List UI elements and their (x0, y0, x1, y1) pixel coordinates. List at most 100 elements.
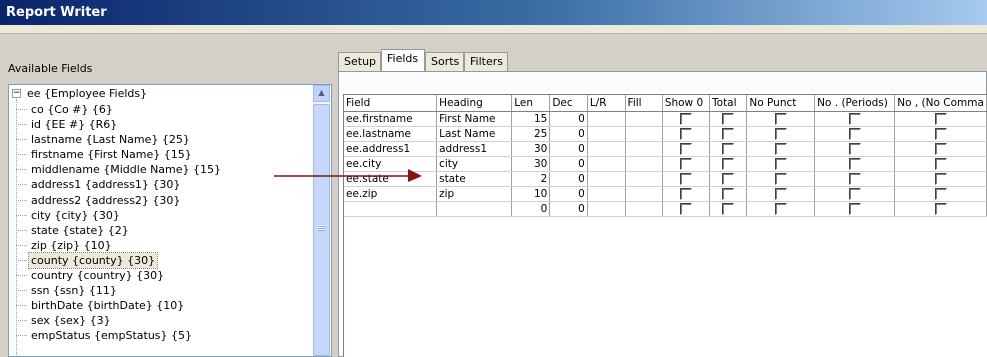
no-comma-checkbox[interactable] (934, 142, 947, 155)
show0-checkbox[interactable] (679, 202, 692, 215)
no-periods-checkbox[interactable] (848, 142, 861, 155)
tree-scrollbar[interactable]: ▲ (313, 85, 330, 356)
show0-checkbox[interactable] (679, 172, 692, 185)
column-header[interactable]: No Punct (746, 95, 816, 112)
cell-lr[interactable] (587, 171, 626, 187)
cell-dec[interactable]: 0 (549, 201, 588, 217)
no-periods-checkbox[interactable] (848, 202, 861, 215)
no-punct-checkbox[interactable] (774, 142, 787, 155)
total-checkbox[interactable] (722, 172, 735, 185)
cell-heading[interactable] (436, 201, 513, 217)
show0-checkbox[interactable] (679, 112, 692, 125)
table-row[interactable]: ee.city city 30 0 (344, 156, 987, 172)
cell-field[interactable]: ee.firstname (344, 111, 438, 127)
collapse-icon[interactable]: − (12, 89, 21, 98)
cell-dec[interactable]: 0 (549, 171, 588, 187)
tree-item[interactable]: middlename {Middle Name} {15} (9, 162, 313, 177)
show0-checkbox[interactable] (679, 127, 692, 140)
no-punct-checkbox[interactable] (774, 157, 787, 170)
cell-len[interactable]: 30 (511, 156, 551, 172)
cell-dec[interactable]: 0 (549, 111, 588, 127)
cell-len[interactable]: 2 (511, 171, 551, 187)
no-periods-checkbox[interactable] (848, 187, 861, 200)
cell-heading[interactable]: First Name (436, 111, 513, 127)
tree-item[interactable]: sex {sex} {3} (9, 313, 313, 328)
cell-fill[interactable] (625, 156, 663, 172)
table-row[interactable]: ee.address1 address1 30 0 (344, 141, 987, 157)
cell-fill[interactable] (625, 126, 663, 142)
cell-len[interactable]: 15 (511, 111, 551, 127)
no-comma-checkbox[interactable] (934, 157, 947, 170)
no-punct-checkbox[interactable] (774, 112, 787, 125)
total-checkbox[interactable] (722, 142, 735, 155)
cell-lr[interactable] (587, 186, 626, 202)
table-row[interactable]: ee.zip zip 10 0 (344, 186, 987, 202)
cell-len[interactable]: 0 (511, 201, 551, 217)
cell-lr[interactable] (587, 141, 626, 157)
tab-setup[interactable]: Setup (338, 52, 381, 71)
tree-item[interactable]: address2 {address2} {30} (9, 193, 313, 208)
cell-lr[interactable] (587, 201, 626, 217)
cell-heading[interactable]: state (436, 171, 513, 187)
cell-field[interactable]: ee.zip (344, 186, 438, 202)
tree-item[interactable]: zip {zip} {10} (9, 238, 313, 253)
no-punct-checkbox[interactable] (774, 127, 787, 140)
tree-item[interactable]: empStatus {empStatus} {5} (9, 328, 313, 343)
no-periods-checkbox[interactable] (848, 172, 861, 185)
column-header[interactable]: Dec (549, 95, 588, 112)
table-row[interactable]: ee.state state 2 0 (344, 171, 987, 187)
table-row[interactable]: 00 (344, 201, 987, 217)
table-row[interactable]: ee.lastname Last Name 25 0 (344, 126, 987, 142)
no-comma-checkbox[interactable] (934, 112, 947, 125)
cell-heading[interactable]: address1 (436, 141, 513, 157)
cell-lr[interactable] (587, 156, 626, 172)
total-checkbox[interactable] (722, 187, 735, 200)
cell-heading[interactable]: zip (436, 186, 513, 202)
no-periods-checkbox[interactable] (848, 112, 861, 125)
tab-filters[interactable]: Filters (464, 52, 508, 71)
column-header[interactable]: No . (Periods) (814, 95, 896, 112)
cell-fill[interactable] (625, 186, 663, 202)
column-header[interactable]: Show 0 (662, 95, 711, 112)
show0-checkbox[interactable] (679, 142, 692, 155)
cell-field[interactable]: ee.address1 (344, 141, 438, 157)
cell-dec[interactable]: 0 (549, 156, 588, 172)
cell-fill[interactable] (625, 111, 663, 127)
cell-dec[interactable]: 0 (549, 141, 588, 157)
cell-heading[interactable]: Last Name (436, 126, 513, 142)
tree-item[interactable]: state {state} {2} (9, 223, 313, 238)
cell-heading[interactable]: city (436, 156, 513, 172)
scroll-up-icon[interactable]: ▲ (313, 85, 330, 102)
total-checkbox[interactable] (722, 157, 735, 170)
tree-item[interactable]: ssn {ssn} {11} (9, 283, 313, 298)
cell-dec[interactable]: 0 (549, 126, 588, 142)
no-periods-checkbox[interactable] (848, 127, 861, 140)
cell-fill[interactable] (625, 141, 663, 157)
column-header[interactable]: No , (No Comma (894, 95, 987, 112)
column-header[interactable]: Fill (625, 95, 663, 112)
cell-lr[interactable] (587, 111, 626, 127)
cell-fill[interactable] (625, 171, 663, 187)
cell-field[interactable]: ee.lastname (344, 126, 438, 142)
tree-item[interactable]: city {city} {30} (9, 208, 313, 223)
tree-item[interactable]: county {county} {30} (9, 251, 313, 269)
column-header[interactable]: Len (511, 95, 551, 112)
cell-len[interactable]: 25 (511, 126, 551, 142)
total-checkbox[interactable] (722, 127, 735, 140)
cell-fill[interactable] (625, 201, 663, 217)
available-fields-tree[interactable]: − ee {Employee Fields} co {Co #} {6} id {… (8, 84, 332, 357)
cell-dec[interactable]: 0 (549, 186, 588, 202)
column-header[interactable]: L/R (587, 95, 626, 112)
no-comma-checkbox[interactable] (934, 172, 947, 185)
fields-grid[interactable]: Field Heading Len Dec L/R Fill Show 0 Total No P… (343, 94, 987, 357)
window-title-bar[interactable]: Report Writer (0, 0, 987, 25)
column-header[interactable]: Field (344, 95, 438, 112)
tab-fields[interactable]: Fields (381, 49, 425, 71)
cell-len[interactable]: 10 (511, 186, 551, 202)
total-checkbox[interactable] (722, 112, 735, 125)
no-punct-checkbox[interactable] (774, 202, 787, 215)
table-row[interactable]: ee.firstname First Name 15 0 (344, 111, 987, 127)
show0-checkbox[interactable] (679, 187, 692, 200)
tree-item[interactable]: firstname {First Name} {15} (9, 147, 313, 162)
no-punct-checkbox[interactable] (774, 187, 787, 200)
